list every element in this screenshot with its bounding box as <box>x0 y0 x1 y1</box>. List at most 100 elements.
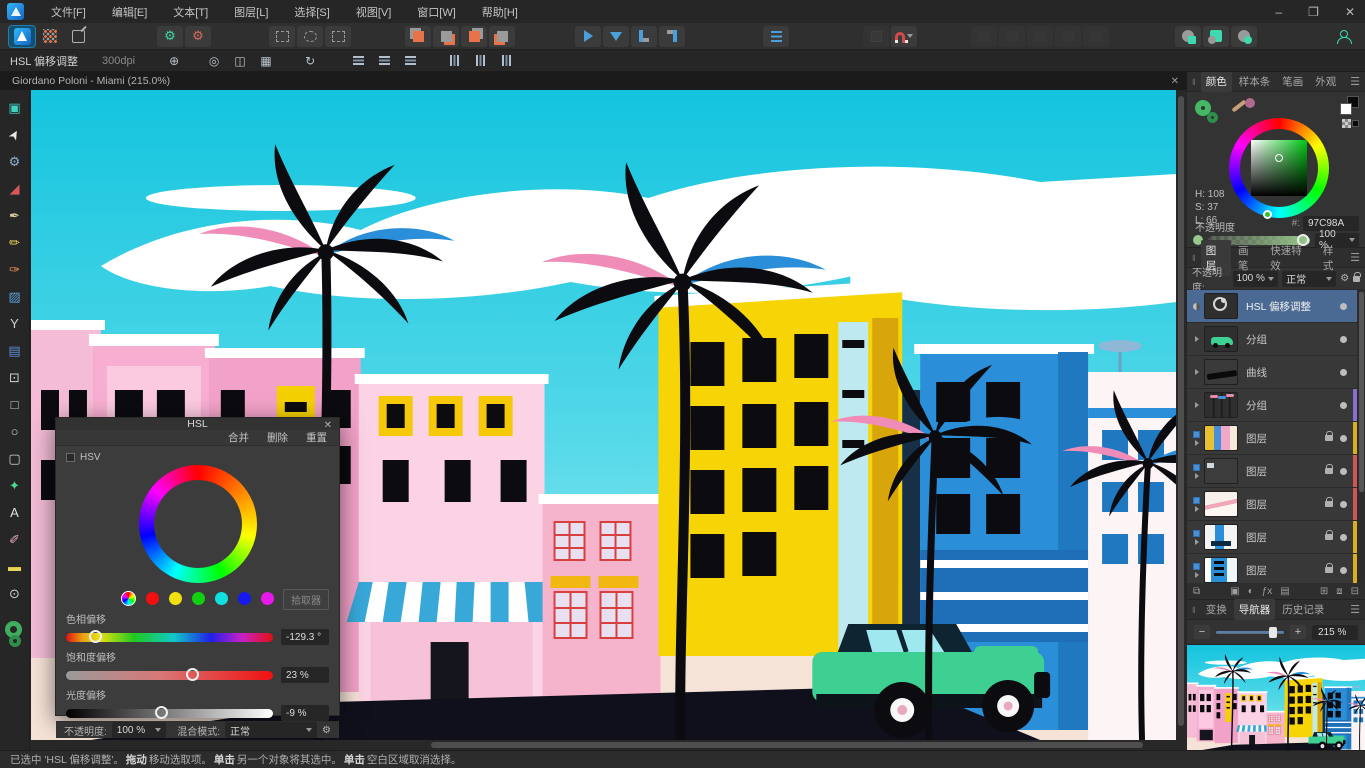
tab-color[interactable]: 颜色 <box>1201 71 1232 92</box>
saturation-shift-slider[interactable] <box>66 671 273 680</box>
visibility-dot[interactable] <box>1340 303 1347 310</box>
layer-thumbnail[interactable] <box>1204 458 1238 484</box>
link-layer-icon[interactable]: ⧉ <box>1193 586 1200 597</box>
swatch-green[interactable] <box>192 592 205 605</box>
layer-thumbnail[interactable] <box>1204 392 1238 418</box>
rotation-button[interactable]: ↻ <box>299 52 321 70</box>
menu-window[interactable]: 窗口[W] <box>404 0 469 24</box>
saturation-slider-thumb[interactable] <box>186 668 199 681</box>
ruler-tool[interactable]: ▬ <box>2 553 28 580</box>
snap-cube-button[interactable] <box>863 26 889 47</box>
canvas-vertical-scrollbar[interactable] <box>1176 90 1186 740</box>
white-chip[interactable] <box>1340 103 1352 115</box>
dialog-opacity-select[interactable]: 100 % <box>112 722 166 738</box>
tab-transform[interactable]: 变换 <box>1201 599 1232 620</box>
preview-mode-button[interactable]: ◎ <box>203 52 225 70</box>
layers-scrollbar[interactable] <box>1357 290 1365 583</box>
marquee-rect-button[interactable] <box>269 26 295 47</box>
layer-chip-icon[interactable] <box>1193 464 1200 471</box>
hsv-checkbox[interactable] <box>66 453 75 462</box>
hue-shift-slider[interactable] <box>66 633 273 642</box>
blend-mode-select[interactable]: 正常 <box>225 722 317 738</box>
artboard-tool[interactable]: ▣ <box>2 94 28 121</box>
expand-arrow-icon[interactable] <box>1195 336 1199 342</box>
menu-view[interactable]: 视图[V] <box>343 0 404 24</box>
insert-target-button[interactable]: ⊕ <box>163 52 185 70</box>
document-tab[interactable]: Giordano Poloni - Miami (215.0%) <box>0 75 1171 87</box>
layer-lock-icon[interactable] <box>1325 567 1333 573</box>
menu-file[interactable]: 文件[F] <box>38 0 99 24</box>
swatch-magenta[interactable] <box>261 592 274 605</box>
expand-arrow-icon[interactable] <box>1195 369 1199 375</box>
layer-name[interactable]: 分组 <box>1246 332 1340 347</box>
align-middle-button[interactable] <box>469 52 491 70</box>
zoom-tool[interactable]: ⊙ <box>2 580 28 607</box>
transparent-chip[interactable] <box>1342 119 1351 128</box>
toggle-green-gear-button[interactable]: ⚙ <box>157 26 183 47</box>
hue-marker[interactable] <box>1263 210 1272 219</box>
visibility-half-icon[interactable] <box>1193 303 1200 310</box>
layers-scroll-thumb[interactable] <box>1359 292 1364 492</box>
place-image-tool[interactable]: ▤ <box>2 337 28 364</box>
layer-thumbnail[interactable] <box>1204 491 1238 517</box>
move-backward-button[interactable] <box>659 26 685 47</box>
layer-chip-icon[interactable] <box>1193 497 1200 504</box>
hue-slider-thumb[interactable] <box>89 630 102 643</box>
layer-row-group-palms[interactable]: 分组 <box>1187 389 1357 422</box>
layers-blend-select[interactable]: 正常 <box>1282 271 1336 287</box>
fill-tool[interactable]: Y <box>2 310 28 337</box>
layer-name[interactable]: 图层 <box>1246 563 1325 578</box>
luminosity-shift-slider[interactable] <box>66 709 273 718</box>
mini-black-chip[interactable] <box>1352 120 1359 127</box>
menu-edit[interactable]: 编辑[E] <box>99 0 160 24</box>
brush-tool[interactable]: ✑ <box>2 256 28 283</box>
layer-name[interactable]: 图层 <box>1246 497 1325 512</box>
layer-row-buildings[interactable]: 图层 <box>1187 422 1357 455</box>
corner-tool[interactable]: ◢ <box>2 175 28 202</box>
color-chips[interactable] <box>1335 96 1359 130</box>
layer-name[interactable]: 图层 <box>1246 530 1325 545</box>
canvas-horizontal-scrollbar[interactable] <box>31 740 1186 750</box>
visibility-dot[interactable] <box>1340 435 1347 442</box>
expand-arrow-icon[interactable] <box>1195 473 1199 479</box>
export-persona-button[interactable] <box>65 26 91 47</box>
delete-layer-icon[interactable]: ⊟ <box>1351 586 1359 597</box>
navigator-thumbnail[interactable] <box>1187 644 1365 750</box>
layer-row-group-car[interactable]: 分组 <box>1187 323 1357 356</box>
visibility-dot[interactable] <box>1340 468 1347 475</box>
layers-lock-icon[interactable] <box>1353 276 1360 282</box>
shape-tool[interactable]: ✦ <box>2 472 28 499</box>
move-forward-button[interactable] <box>631 26 657 47</box>
luminosity-slider-thumb[interactable] <box>155 706 168 719</box>
reset-button[interactable]: 重置 <box>306 430 327 445</box>
vertical-scroll-thumb[interactable] <box>1178 96 1184 726</box>
fill-stroke-swatches[interactable] <box>3 621 27 651</box>
layer-thumbnail[interactable] <box>1204 359 1238 385</box>
visibility-dot[interactable] <box>1340 534 1347 541</box>
dialog-settings-gear-icon[interactable]: ⚙ <box>322 725 331 736</box>
expand-arrow-icon[interactable] <box>1195 506 1199 512</box>
tab-navigator[interactable]: 导航器 <box>1234 599 1276 620</box>
stroke-color-ring[interactable] <box>1207 112 1218 123</box>
tab-appearance[interactable]: 外观 <box>1310 71 1341 92</box>
saturation-shift-value[interactable]: 23 % <box>281 667 329 683</box>
live-filter-icon[interactable]: ▤ <box>1280 586 1289 597</box>
align-bottom-button[interactable] <box>495 52 517 70</box>
layer-thumbnail[interactable] <box>1204 524 1238 550</box>
flip-vertical-button[interactable] <box>603 26 629 47</box>
layer-row-background[interactable]: 图层 <box>1187 455 1357 488</box>
color-picker-tool[interactable]: ✐ <box>2 526 28 553</box>
layer-lock-icon[interactable] <box>1325 468 1333 474</box>
panel-menu-icon[interactable]: ☰ <box>1350 603 1360 616</box>
zoom-slider[interactable] <box>1216 631 1284 634</box>
swatch-red[interactable] <box>146 592 159 605</box>
layer-row-blue-building-2[interactable]: 图层 <box>1187 554 1357 583</box>
visibility-dot[interactable] <box>1340 567 1347 574</box>
rounded-rectangle-tool[interactable]: ▢ <box>2 445 28 472</box>
layer-name[interactable]: 曲线 <box>1246 365 1340 380</box>
layer-effects-icon[interactable]: ƒx <box>1262 586 1273 597</box>
zoom-in-button[interactable]: + <box>1290 625 1306 639</box>
move-tool[interactable]: ➤ <box>2 121 28 148</box>
layer-lock-icon[interactable] <box>1325 501 1333 507</box>
layer-thumbnail[interactable] <box>1204 326 1238 352</box>
